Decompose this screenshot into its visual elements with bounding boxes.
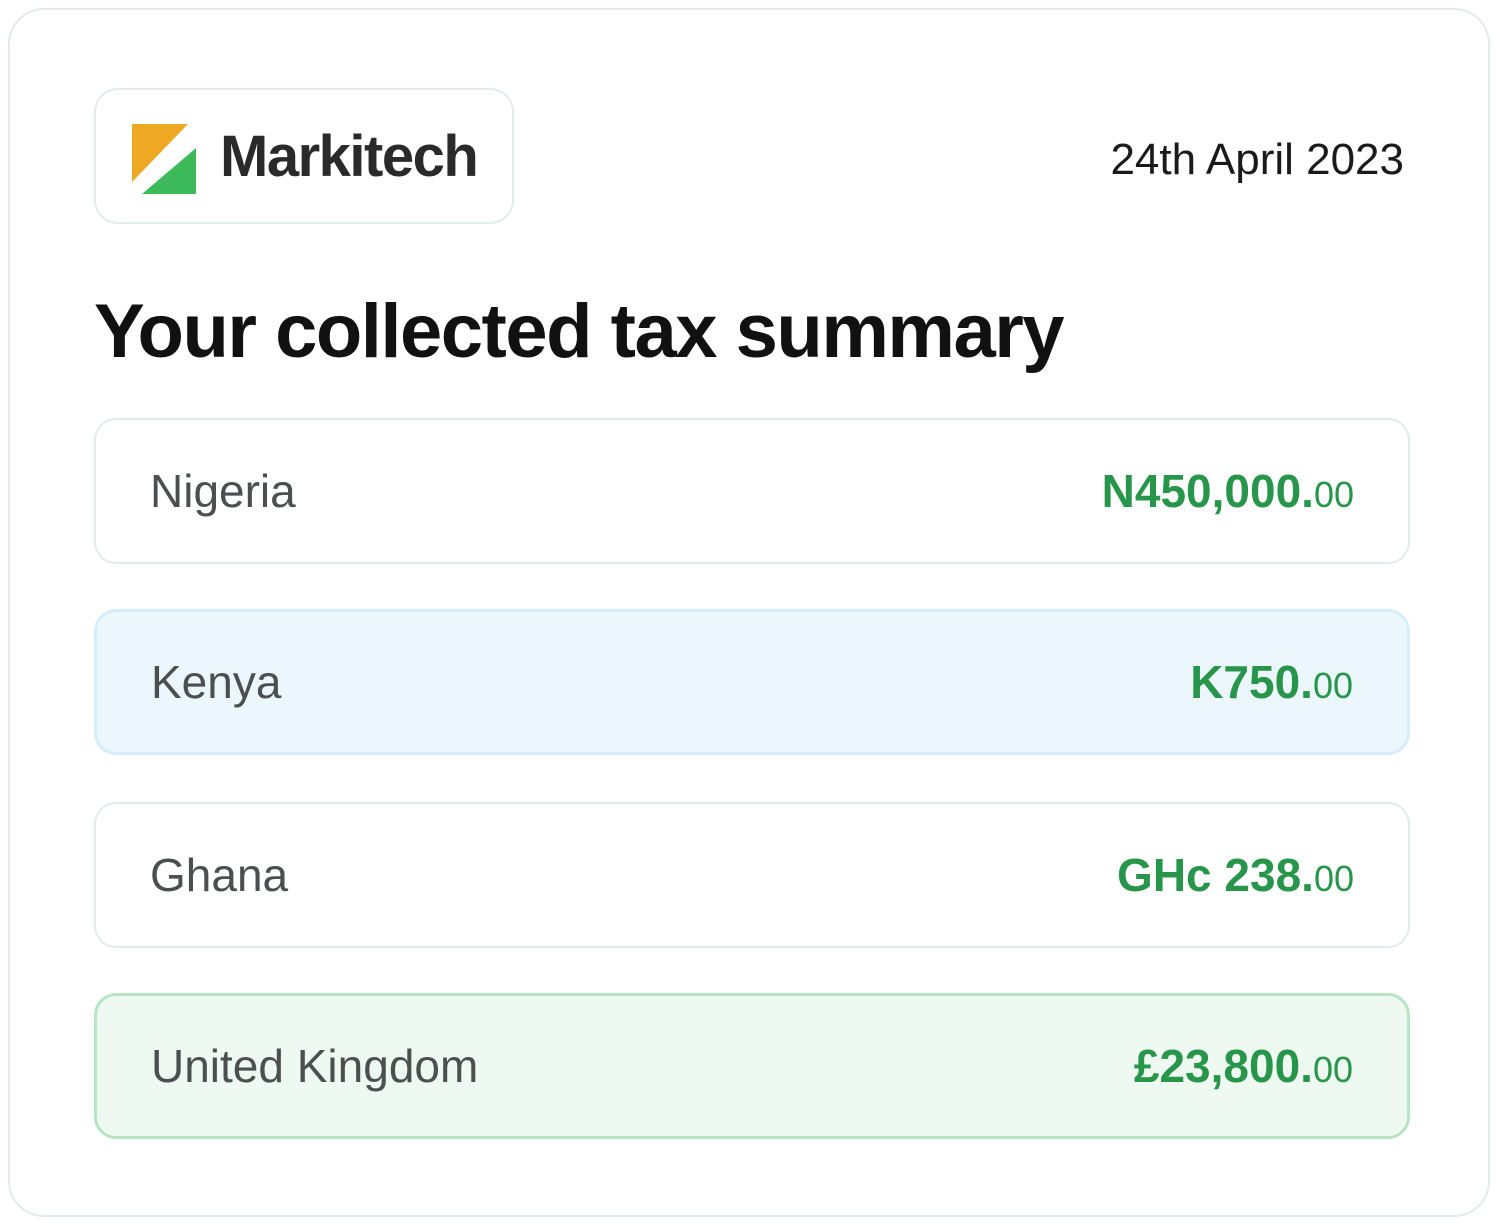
tax-row-united-kingdom[interactable]: United Kingdom £23,800.00 [94, 993, 1410, 1139]
page-title: Your collected tax summary [94, 289, 1065, 374]
tax-row-kenya[interactable]: Kenya K750.00 [94, 609, 1410, 755]
country-name: Kenya [151, 656, 282, 708]
tax-amount: K750.00 [1190, 656, 1353, 708]
tax-row-ghana[interactable]: Ghana GHc 238.00 [94, 802, 1410, 948]
tax-row-nigeria[interactable]: Nigeria N450,000.00 [94, 418, 1410, 564]
country-name: Nigeria [150, 465, 296, 517]
country-name: Ghana [150, 849, 289, 901]
report-date: 24th April 2023 [1110, 135, 1404, 184]
tax-summary-card: Markitech 24th April 2023 Your collected… [8, 8, 1490, 1217]
markitech-logo-icon [132, 124, 196, 194]
brand-logo[interactable]: Markitech [94, 88, 514, 224]
tax-amount: GHc 238.00 [1117, 849, 1354, 901]
tax-amount: £23,800.00 [1133, 1040, 1353, 1092]
tax-amount: N450,000.00 [1101, 465, 1354, 517]
brand-name: Markitech [220, 124, 479, 189]
country-name: United Kingdom [151, 1040, 479, 1092]
